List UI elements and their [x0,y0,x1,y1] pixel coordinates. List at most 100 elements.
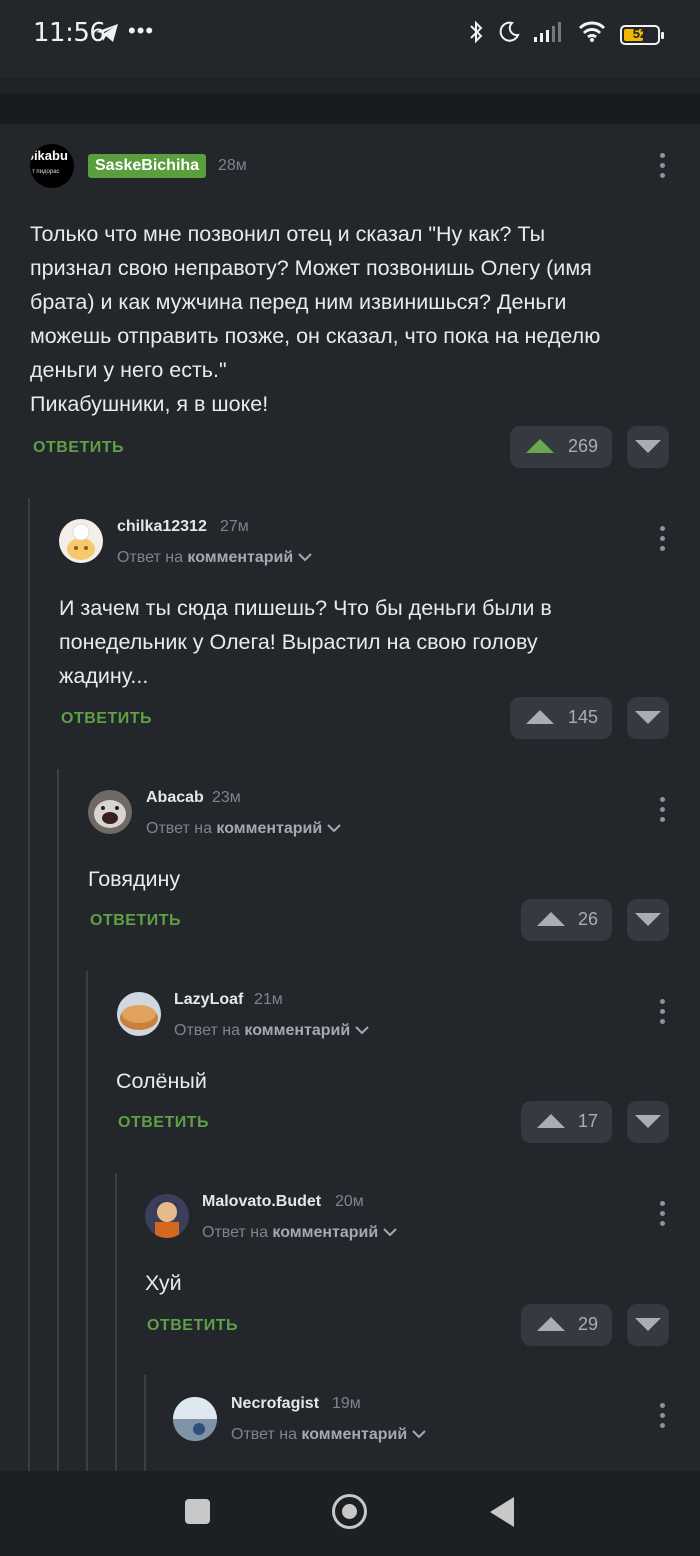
avatar-logo-subtext: т пидорас [32,169,60,175]
reply-button[interactable]: ОТВЕТИТЬ [118,1114,209,1132]
more-options-icon[interactable] [657,1403,667,1433]
home-button[interactable] [332,1494,367,1529]
battery-icon: 52 [620,24,664,45]
comment-text: Только что мне позвонил отец и сказал "Н… [30,217,670,421]
avatar[interactable] [88,790,132,834]
wifi-icon [578,21,606,48]
upvote-button[interactable]: 17 [521,1101,612,1143]
vote-count: 29 [577,1314,598,1334]
author-name[interactable]: Abacab [146,789,204,807]
reply-target-link[interactable]: комментарий [272,1224,378,1241]
author-name[interactable]: Necrofagist [231,1395,319,1413]
reply-button[interactable]: ОТВЕТИТЬ [33,439,124,457]
author-name[interactable]: LazyLoaf [174,991,243,1009]
status-bar: 11:56 ••• 52 [0,0,700,78]
comment-line: Хуй [145,1271,182,1295]
arrow-up-icon [537,1114,565,1128]
reply-to[interactable]: Ответ на комментарий [146,820,341,838]
arrow-up-icon [537,1317,565,1331]
avatar[interactable]: pikabu т пидорас [30,144,74,188]
comment-text: Говядину [88,862,668,896]
vote-count: 145 [567,707,598,727]
downvote-button[interactable] [627,899,669,941]
comment-line: деньги у него есть." [30,358,227,382]
comment-line: Только что мне позвонил отец и сказал "Н… [30,222,546,246]
comment-time: 20м [335,1193,364,1210]
reply-target-link[interactable]: комментарий [187,549,293,566]
chevron-down-icon[interactable] [354,1022,369,1039]
comment-line: брата) и как мужчина перед ним извинишьс… [30,290,567,314]
more-options-icon[interactable] [657,526,667,556]
more-options-icon[interactable] [657,797,667,827]
downvote-button[interactable] [627,426,669,468]
reply-to[interactable]: Ответ на комментарий [231,1426,426,1444]
comment-time: 27м [220,518,249,535]
author-name[interactable]: chilka12312 [117,518,207,536]
comment-line: Пикабушники, я в шоке! [30,392,269,416]
thread-line[interactable] [144,1375,146,1471]
more-options-icon[interactable] [657,999,667,1029]
vote-count: 17 [577,1111,598,1131]
upvote-button[interactable]: 26 [521,899,612,941]
battery-level: 52 [632,25,648,41]
upvote-button[interactable]: 145 [510,697,612,739]
upvote-button[interactable]: 29 [521,1304,612,1346]
downvote-button[interactable] [627,1304,669,1346]
thread-line[interactable] [28,498,30,1471]
downvote-button[interactable] [627,1101,669,1143]
author-name[interactable]: Malovato.Budet [202,1193,321,1211]
comment-time: 19м [332,1395,361,1412]
reply-button[interactable]: ОТВЕТИТЬ [90,912,181,930]
upvote-button[interactable]: 269 [510,426,612,468]
author-name[interactable]: SaskeBichiha [88,154,207,178]
reply-to[interactable]: Ответ на комментарий [202,1224,397,1242]
comment-line: Солёный [116,1069,207,1093]
comment-line: признал свою неправоту? Может позвонишь … [30,256,592,280]
comments-feed[interactable]: pikabu т пидорас SaskeBichiha 28м Только… [0,124,700,1471]
more-options-icon[interactable] [657,153,667,183]
back-button[interactable] [490,1497,514,1527]
comment-text: И зачем ты сюда пишешь? Что бы деньги бы… [59,591,669,693]
avatar[interactable] [59,519,103,563]
comment-text: Солёный [116,1064,666,1098]
comment-line: Говядину [88,867,181,891]
reply-target-link[interactable]: комментарий [216,820,322,837]
arrow-up-icon [526,710,554,724]
comment-line: можешь отправить позже, он сказал, что п… [30,324,601,348]
arrow-up-icon [526,439,554,453]
comment-text: Хуй [145,1266,665,1300]
telegram-icon [94,22,120,49]
vote-count: 26 [577,909,598,929]
avatar[interactable] [117,992,161,1036]
more-options-icon[interactable] [657,1201,667,1231]
reply-target-link[interactable]: комментарий [244,1022,350,1039]
reply-target-link[interactable]: комментарий [301,1426,407,1443]
reply-to[interactable]: Ответ на комментарий [174,1022,369,1040]
bluetooth-icon [468,20,484,49]
comment-time: 21м [254,991,283,1008]
chevron-down-icon[interactable] [411,1426,426,1443]
more-notifications-icon: ••• [128,18,155,43]
avatar[interactable] [145,1194,189,1238]
chevron-down-icon[interactable] [297,549,312,566]
comment-line: И зачем ты сюда пишешь? Что бы деньги бы… [59,596,552,620]
downvote-button[interactable] [627,697,669,739]
avatar[interactable] [173,1397,217,1441]
chevron-down-icon[interactable] [382,1224,397,1241]
avatar-logo-text: pikabu [30,148,68,163]
thread-line[interactable] [115,1173,117,1471]
reply-to[interactable]: Ответ на комментарий [117,549,312,567]
arrow-up-icon [537,912,565,926]
reply-prefix: Ответ на [174,1022,240,1039]
recents-button[interactable] [185,1499,210,1524]
comment-time: 23м [212,789,241,806]
thread-line[interactable] [57,769,59,1471]
reply-prefix: Ответ на [117,549,183,566]
thread-line[interactable] [86,971,88,1471]
reply-button[interactable]: ОТВЕТИТЬ [147,1317,238,1335]
reply-button[interactable]: ОТВЕТИТЬ [61,710,152,728]
comment-time: 28м [218,157,247,174]
reply-prefix: Ответ на [231,1426,297,1443]
chevron-down-icon[interactable] [326,820,341,837]
reply-prefix: Ответ на [146,820,212,837]
